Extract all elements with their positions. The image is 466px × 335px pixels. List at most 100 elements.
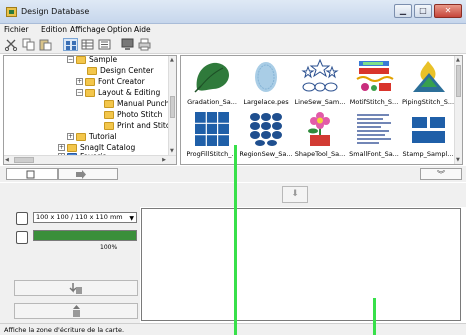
folder-tree[interactable]: − Sample Design Center + Font Creator − …: [3, 55, 177, 165]
menu-fichier[interactable]: Fichier: [4, 25, 29, 34]
read-from-card-button[interactable]: [14, 303, 138, 319]
gallery-item-caption: RegionSew_Sa...: [239, 150, 293, 158]
list-view-icon: [98, 39, 111, 50]
folder-icon: [76, 132, 86, 141]
write-progress-bar: [33, 230, 137, 241]
gallery-item[interactable]: Stamp_Sampl...: [403, 110, 453, 160]
scroll-down-icon[interactable]: ▼: [456, 157, 460, 163]
gallery-vertical-scrollbar[interactable]: ▲ ▼: [454, 56, 462, 164]
paste-icon: [39, 39, 52, 51]
collapse-icon[interactable]: −: [67, 56, 74, 63]
gallery-item[interactable]: SmallFont_Sa...: [349, 110, 399, 160]
double-chevron-down-icon: ︾: [437, 170, 445, 179]
printer-icon: [138, 38, 151, 51]
transfer-down-button[interactable]: ⬇: [282, 186, 308, 203]
motif-icon: [356, 61, 394, 91]
tree-item-layout-editing[interactable]: − Layout & Editing: [76, 87, 160, 98]
gallery-item[interactable]: RegionSew_Sa...: [239, 110, 293, 160]
copy-button[interactable]: [21, 38, 36, 51]
scroll-right-icon[interactable]: ▶: [162, 157, 166, 163]
tree-vertical-scrollbar[interactable]: ▲ ▼: [168, 56, 176, 164]
card-writing-area[interactable]: [141, 208, 461, 321]
write-card-icon: [69, 283, 82, 294]
card-size-select[interactable]: 100 x 100 / 110 x 110 mm ▼: [33, 212, 137, 223]
flower-icon: [308, 112, 330, 146]
collapse-panel-button[interactable]: ︾: [420, 168, 462, 180]
monitor-icon: [121, 38, 134, 50]
minimize-icon: ▁: [399, 6, 407, 15]
close-button[interactable]: ✕: [434, 4, 462, 18]
card-size-value: 100 x 100 / 110 x 110 mm: [36, 213, 123, 221]
gallery-item[interactable]: ProgFillStitch_...: [186, 110, 238, 160]
tree-horizontal-scrollbar[interactable]: ◀ ▶: [4, 155, 176, 164]
menu-aide[interactable]: Aide: [134, 25, 151, 34]
text-lines-icon: [357, 114, 391, 144]
piping-icon: [413, 61, 445, 92]
tree-item-manual-punch[interactable]: Manual Punch: [104, 98, 169, 109]
monitor-button[interactable]: [120, 38, 135, 51]
gallery-item[interactable]: MotifStitch_S...: [349, 58, 399, 108]
card-panel: 100 x 100 / 110 x 110 mm ▼ 100%: [0, 207, 140, 325]
gallery-item-caption: PipingStitch_S...: [401, 98, 455, 106]
print-button[interactable]: [137, 38, 152, 51]
view-list-button[interactable]: [97, 38, 112, 51]
details-view-icon: [81, 39, 94, 50]
window-controls: ▁ □ ✕: [392, 4, 462, 18]
tree-item-label: Manual Punch: [117, 99, 170, 108]
minimize-button[interactable]: ▁: [394, 4, 412, 18]
scroll-down-icon[interactable]: ▼: [170, 148, 174, 154]
gallery-item[interactable]: Largelace.pes: [241, 58, 291, 108]
folder-icon: [87, 66, 97, 75]
tree-item-label: Font Creator: [98, 77, 145, 86]
tab-send[interactable]: [58, 168, 118, 180]
progress-fill: [34, 231, 136, 240]
gallery-item[interactable]: PipingStitch_S...: [401, 58, 455, 108]
title-bar: Design Database ▁ □ ✕: [0, 0, 466, 24]
tree-item-photo-stitch[interactable]: Photo Stitch: [104, 109, 162, 120]
gallery-item-caption: ProgFillStitch_...: [186, 150, 238, 158]
gallery-item[interactable]: ShapeTool_Sa...: [295, 110, 345, 160]
menu-bar: Fichier Edition Affichage Option Aide: [0, 24, 466, 36]
status-text: Affiche la zone d'écriture de la carte.: [4, 326, 125, 334]
maximize-icon: □: [419, 6, 427, 15]
menu-option[interactable]: Option: [107, 25, 132, 34]
menu-affichage[interactable]: Affichage: [70, 25, 105, 34]
view-tab-bar: ︾: [0, 166, 466, 182]
paste-button[interactable]: [38, 38, 53, 51]
gallery-item[interactable]: LineSew_Sam...: [295, 58, 345, 108]
tree-item-font-creator[interactable]: + Font Creator: [76, 76, 145, 87]
gallery-item-caption: LineSew_Sam...: [294, 98, 346, 106]
expand-icon[interactable]: +: [58, 144, 65, 151]
design-gallery[interactable]: Gradation_Sa... Largelace.pes LineSew_Sa…: [180, 55, 463, 165]
scroll-thumb[interactable]: [456, 65, 461, 97]
scroll-up-icon[interactable]: ▲: [456, 57, 460, 63]
tree-item-sample[interactable]: − Sample: [67, 56, 117, 65]
write-to-card-button[interactable]: [14, 280, 138, 296]
folder-icon: [85, 88, 95, 97]
gallery-item-caption: MotifStitch_S...: [349, 98, 399, 106]
collapse-icon[interactable]: −: [76, 89, 83, 96]
lace-icon: [255, 62, 277, 92]
view-large-icons-button[interactable]: [63, 38, 78, 51]
gallery-item-caption: SmallFont_Sa...: [349, 150, 399, 158]
expand-icon[interactable]: +: [67, 133, 74, 140]
leaf-icon: [194, 62, 229, 93]
cut-button[interactable]: [4, 38, 19, 52]
grid-icon: [195, 112, 229, 146]
status-bar: Affiche la zone d'écriture de la carte.: [0, 323, 466, 335]
tree-item-print-and-stitch[interactable]: Print and Stitch: [104, 120, 175, 131]
dots-icon: [250, 113, 282, 146]
highlight-marker-line: [234, 145, 237, 335]
scroll-thumb[interactable]: [14, 157, 34, 163]
view-details-button[interactable]: [80, 38, 95, 51]
scroll-thumb[interactable]: [170, 96, 175, 118]
menu-edition[interactable]: Edition: [41, 25, 67, 34]
tree-item-tutorial[interactable]: + Tutorial: [67, 131, 117, 142]
tree-item-design-center[interactable]: Design Center: [87, 65, 154, 76]
tab-card[interactable]: [6, 168, 58, 180]
scroll-up-icon[interactable]: ▲: [170, 57, 174, 63]
expand-icon[interactable]: +: [76, 78, 83, 85]
gallery-item[interactable]: Gradation_Sa...: [187, 58, 237, 108]
maximize-button[interactable]: □: [414, 4, 432, 18]
scroll-left-icon[interactable]: ◀: [5, 157, 9, 163]
